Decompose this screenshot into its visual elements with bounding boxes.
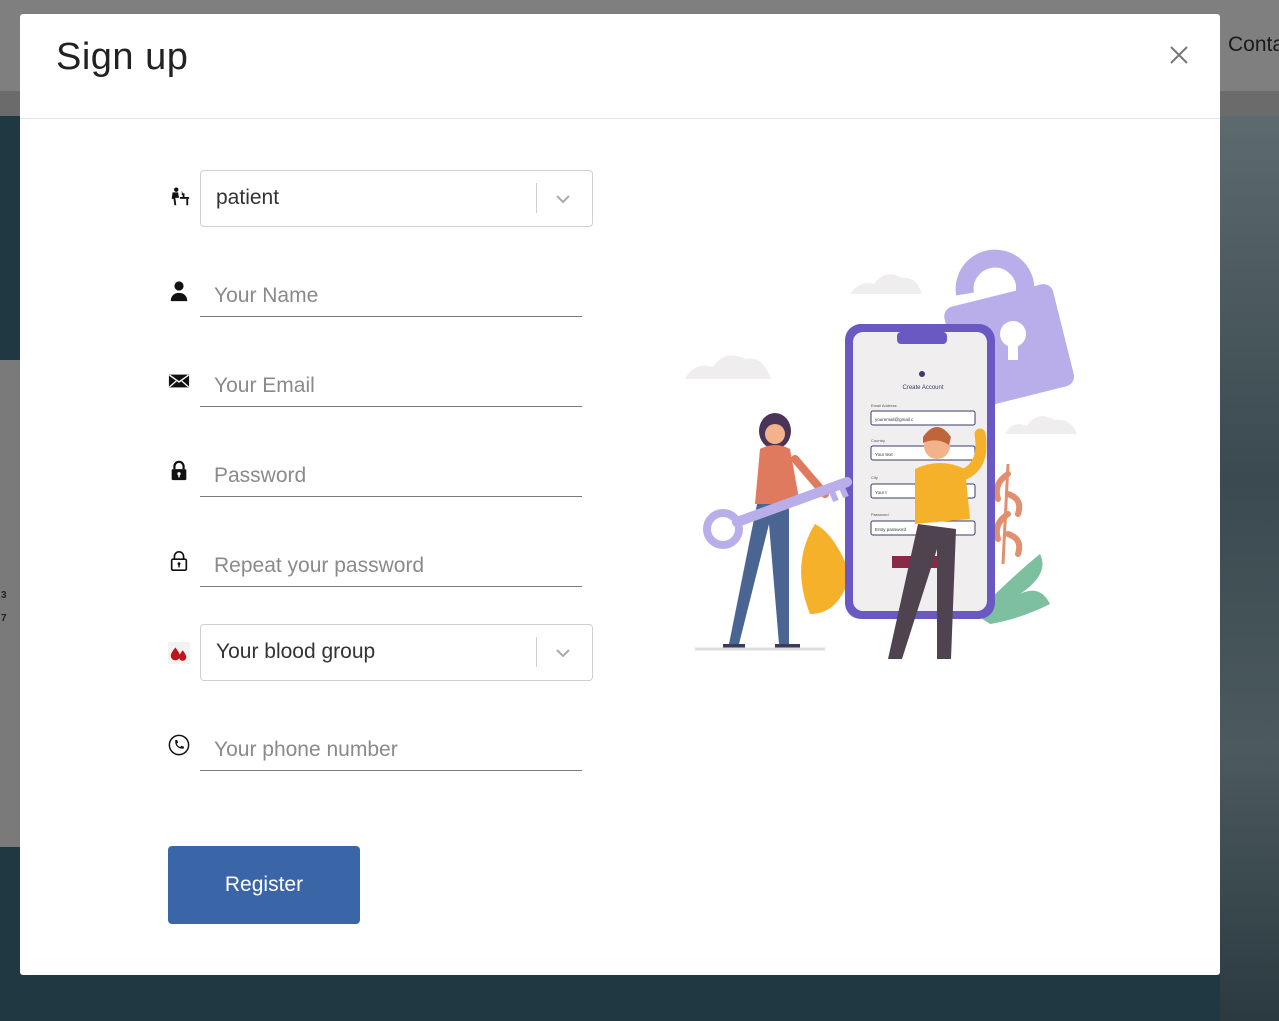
signup-illustration: Create Account Email Address youremail@g… xyxy=(685,249,1077,659)
svg-text:Your text: Your text xyxy=(875,452,893,457)
envelope-icon xyxy=(166,368,192,394)
password-input[interactable] xyxy=(200,455,582,497)
lock-icon xyxy=(166,458,192,484)
phone-input[interactable] xyxy=(200,729,582,771)
modal-header: Sign up xyxy=(20,14,1220,119)
background-hero-image xyxy=(1220,116,1279,1021)
svg-text:Password: Password xyxy=(871,512,889,517)
select-separator xyxy=(536,183,537,213)
signup-modal: Sign up patient Your Name Your Email You… xyxy=(20,14,1220,975)
background-side-panel xyxy=(0,360,20,847)
cloud-shape xyxy=(685,355,771,379)
close-button[interactable] xyxy=(1164,40,1194,70)
lock-outline-icon xyxy=(166,548,192,574)
close-icon xyxy=(1170,46,1188,64)
role-select[interactable]: patient xyxy=(200,170,593,227)
chevron-down-icon[interactable] xyxy=(553,643,573,663)
patient-desk-icon xyxy=(166,184,192,210)
name-input[interactable] xyxy=(200,275,582,317)
leaf-shape xyxy=(801,524,850,614)
email-input[interactable] xyxy=(200,365,582,407)
background-nav-contact-link[interactable]: Conta xyxy=(1228,33,1279,57)
blood-group-select[interactable]: Your blood group xyxy=(200,624,593,681)
user-icon xyxy=(166,278,192,304)
illustration-heading: Create Account xyxy=(902,385,943,391)
select-separator xyxy=(536,637,537,667)
svg-text:Email Address: Email Address xyxy=(871,403,897,408)
svg-text:Entry password: Entry password xyxy=(875,527,907,532)
register-button[interactable]: Register xyxy=(168,846,360,924)
phone-icon xyxy=(166,732,192,758)
svg-text:youremail@gmail.c: youremail@gmail.c xyxy=(875,417,914,422)
blood-drop-icon xyxy=(166,640,192,666)
chevron-down-icon[interactable] xyxy=(553,189,573,209)
repeat-password-input[interactable] xyxy=(200,545,582,587)
svg-text:City: City xyxy=(871,475,878,480)
cloud-shape xyxy=(850,274,922,294)
background-number: 3 xyxy=(1,590,7,601)
modal-title: Sign up xyxy=(56,36,189,78)
blood-group-select-value: Your blood group xyxy=(216,640,376,663)
role-select-value: patient xyxy=(216,186,280,209)
background-number: 7 xyxy=(1,613,7,624)
svg-text:Country: Country xyxy=(871,438,885,443)
cloud-shape xyxy=(1005,416,1077,434)
svg-text:Your t: Your t xyxy=(875,490,887,495)
